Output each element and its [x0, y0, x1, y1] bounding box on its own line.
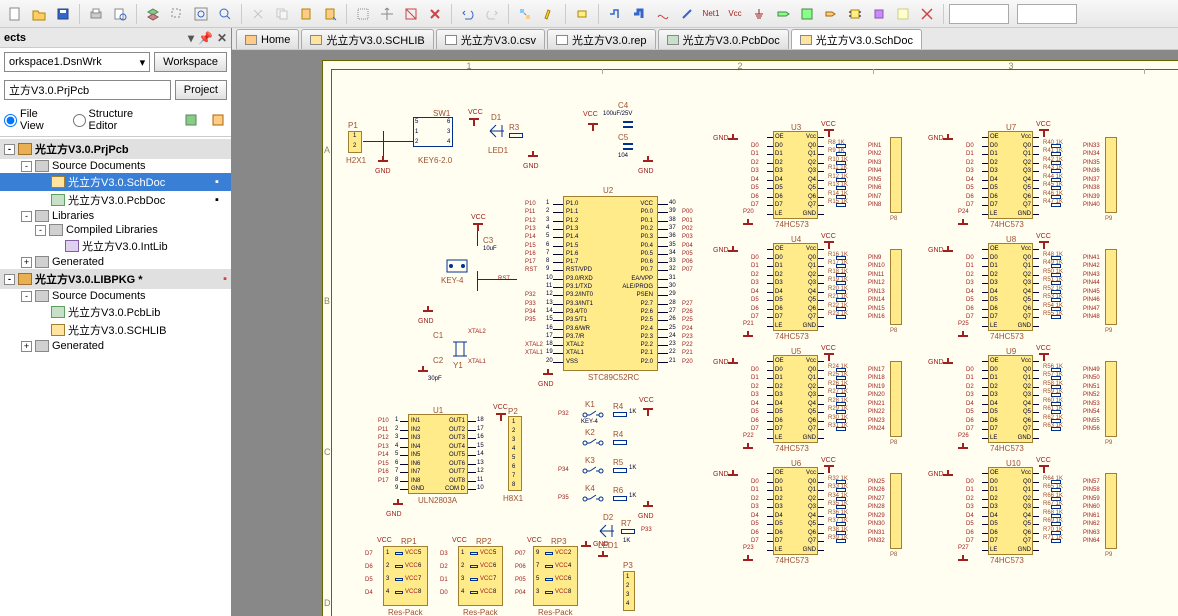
tb-combo1[interactable]: [949, 4, 1009, 24]
tb-wire-icon[interactable]: [604, 3, 626, 25]
tree-item[interactable]: -Compiled Libraries: [0, 223, 231, 237]
comp-header-U6: [890, 473, 902, 549]
tb-cross-icon[interactable]: [916, 3, 938, 25]
tb-select-rect[interactable]: [352, 3, 374, 25]
projects-panel: ects ▾ 📌 ✕ orkspace1.DsnWrk▾ Workspace 立…: [0, 28, 232, 616]
tb-sheet-icon[interactable]: [796, 3, 818, 25]
tb-vcc-icon[interactable]: Vcc: [724, 3, 746, 25]
tb-redo[interactable]: [481, 3, 503, 25]
tb-paste-special[interactable]: [319, 3, 341, 25]
tb-zoom-fit[interactable]: [190, 3, 212, 25]
dropdown-icon[interactable]: ▾: [188, 31, 194, 45]
tb-combo2[interactable]: [1017, 4, 1077, 24]
close-icon[interactable]: ✕: [217, 31, 227, 45]
tb-crossprobe[interactable]: [514, 3, 536, 25]
tb-bus-icon[interactable]: [628, 3, 650, 25]
tb-undo[interactable]: [457, 3, 479, 25]
tb-preview[interactable]: [109, 3, 131, 25]
tree-item[interactable]: -Source Documents: [0, 159, 231, 173]
panel-header: ects ▾ 📌 ✕: [0, 28, 231, 48]
tree-item[interactable]: 光立方V3.0.SchDoc▪: [0, 173, 231, 191]
tb-save[interactable]: [52, 3, 74, 25]
comp-header-U8: [1105, 249, 1117, 325]
tab-光立方V3.0.SCHLIB[interactable]: 光立方V3.0.SCHLIB: [301, 29, 433, 49]
tree-item[interactable]: 光立方V3.0.SCHLIB: [0, 321, 231, 339]
project-header[interactable]: -光立方V3.0.PrjPcb: [0, 139, 231, 159]
tb-open[interactable]: [28, 3, 50, 25]
schematic-canvas[interactable]: 1234ABCD P1 12 H2X1SW1 56 13 24 KEY6-2.0…: [232, 50, 1178, 616]
tb-sheetentry-icon[interactable]: [820, 3, 842, 25]
tb-move[interactable]: [376, 3, 398, 25]
tree-opt2-icon[interactable]: [210, 111, 228, 129]
comp-header-U3: [890, 137, 902, 213]
tb-busentry-icon[interactable]: [676, 3, 698, 25]
project-combo[interactable]: 立方V3.0.PrjPcb: [4, 80, 171, 100]
tb-port-icon[interactable]: [772, 3, 794, 25]
tb-copy[interactable]: [271, 3, 293, 25]
structure-editor-radio[interactable]: Structure Editor: [73, 108, 163, 132]
tab-光立方V3.0.rep[interactable]: 光立方V3.0.rep: [547, 29, 656, 49]
tb-note-icon[interactable]: [892, 3, 914, 25]
tb-print[interactable]: [85, 3, 107, 25]
document-tabs: Home光立方V3.0.SCHLIB光立方V3.0.csv光立方V3.0.rep…: [232, 28, 1178, 50]
tree-opt1-icon[interactable]: [182, 111, 200, 129]
tb-new[interactable]: [4, 3, 26, 25]
tab-Home[interactable]: Home: [236, 29, 299, 49]
file-view-radio[interactable]: File View: [4, 108, 63, 132]
tb-netlabel-icon[interactable]: Net1: [700, 3, 722, 25]
main-toolbar: Net1 Vcc: [0, 0, 1178, 28]
tab-光立方V3.0.PcbDoc[interactable]: 光立方V3.0.PcbDoc: [658, 29, 789, 49]
comp-header-U9: [1105, 361, 1117, 437]
tree-item[interactable]: 光立方V3.0.PcbLib: [0, 303, 231, 321]
tb-cut[interactable]: [247, 3, 269, 25]
pin-icon[interactable]: 📌: [198, 31, 213, 45]
workspace-combo[interactable]: orkspace1.DsnWrk▾: [4, 52, 150, 72]
tree-item[interactable]: +Generated: [0, 255, 231, 269]
tb-clear[interactable]: [424, 3, 446, 25]
tb-paste[interactable]: [295, 3, 317, 25]
tb-harness-icon[interactable]: [868, 3, 890, 25]
comp-header-U4: [890, 249, 902, 325]
tree-item[interactable]: -Source Documents: [0, 289, 231, 303]
tb-zoom-area[interactable]: [166, 3, 188, 25]
project-tree: -光立方V3.0.PrjPcb-Source Documents光立方V3.0.…: [0, 137, 231, 537]
tree-item[interactable]: +Generated: [0, 339, 231, 353]
tb-place-part[interactable]: [571, 3, 593, 25]
tb-gnd-icon[interactable]: [748, 3, 770, 25]
tree-item[interactable]: -Libraries: [0, 209, 231, 223]
tb-layers-icon[interactable]: [142, 3, 164, 25]
tb-zoom-sel[interactable]: [214, 3, 236, 25]
project-button[interactable]: Project: [175, 80, 227, 100]
tree-item[interactable]: 光立方V3.0.PcbDoc▪: [0, 191, 231, 209]
schematic-sheet: 1234ABCD P1 12 H2X1SW1 56 13 24 KEY6-2.0…: [322, 60, 1178, 616]
tb-highlight-icon[interactable]: [538, 3, 560, 25]
tb-device-icon[interactable]: [844, 3, 866, 25]
panel-title: ects: [4, 32, 26, 44]
tab-光立方V3.0.csv[interactable]: 光立方V3.0.csv: [436, 29, 545, 49]
project-header[interactable]: -光立方V3.0.LIBPKG *▪: [0, 269, 231, 289]
workspace-button[interactable]: Workspace: [154, 52, 227, 72]
tree-item[interactable]: 光立方V3.0.IntLib: [0, 237, 231, 255]
tb-deselect[interactable]: [400, 3, 422, 25]
comp-header-U5: [890, 361, 902, 437]
tb-signal-icon[interactable]: [652, 3, 674, 25]
tab-光立方V3.0.SchDoc[interactable]: 光立方V3.0.SchDoc: [791, 29, 922, 49]
comp-header-U10: [1105, 473, 1117, 549]
comp-header-U7: [1105, 137, 1117, 213]
